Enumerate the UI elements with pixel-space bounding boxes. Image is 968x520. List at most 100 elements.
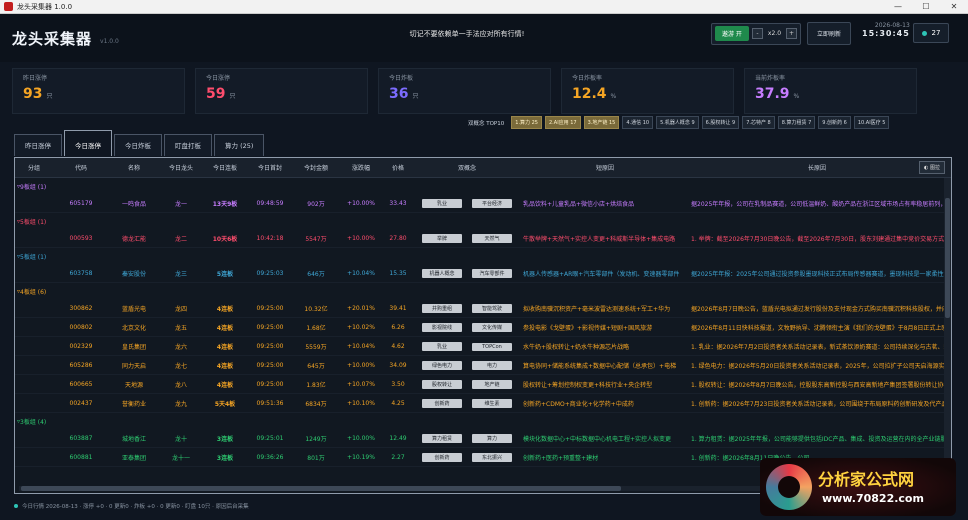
concept-badge[interactable]: 算力	[472, 433, 512, 443]
tab-today-limit-up[interactable]: 今日涨停	[64, 130, 112, 156]
table-row[interactable]: 600665 天地源 龙八 4连板 09:25:00 1.83亿 +10.07% 3.50 股权…	[15, 375, 951, 394]
table-row[interactable]: 002329 皇氏集团 龙六 4连板 09:25:00 5559万 +10.04% 4.62 乳…	[15, 337, 951, 356]
replay-toggle-button[interactable]: 遨游 开	[715, 26, 749, 41]
group-row[interactable]: ▿ 4板组 (6)	[15, 283, 951, 299]
vertical-scrollbar[interactable]	[944, 178, 951, 493]
concept-badge[interactable]: 举牌	[422, 233, 462, 243]
online-counter[interactable]: 27	[913, 23, 949, 43]
column-header[interactable]: 今日连板	[203, 163, 247, 172]
cell-leader: 龙十	[174, 435, 187, 443]
concept-badge[interactable]: TOPCon	[472, 342, 512, 351]
cell-price: 39.41	[389, 304, 407, 312]
concept-tag[interactable]: 7.芯特产 8	[742, 116, 775, 129]
concept-badge[interactable]: 影视院线	[422, 322, 462, 332]
close-button[interactable]: ✕	[940, 2, 968, 11]
concept-badge[interactable]: 智能驾驶	[472, 303, 512, 313]
concept-badge[interactable]: 地产链	[472, 379, 512, 389]
group-row[interactable]: ▿ 5板组 (1)	[15, 248, 951, 264]
concept-badge[interactable]: 平台经济	[472, 198, 512, 208]
concept-badge[interactable]: 文化传媒	[472, 322, 512, 332]
cell-short: 创新药+医药+预重整+建材	[523, 454, 599, 462]
cell-first: 09:25:01	[256, 434, 284, 442]
speed-plus-button[interactable]: +	[786, 28, 798, 39]
concept-badge[interactable]: 并购重组	[422, 303, 462, 313]
minimize-button[interactable]: —	[884, 2, 912, 11]
group-row[interactable]: ▿ 9板组 (1)	[15, 178, 951, 194]
concept-badge[interactable]: 电力	[472, 360, 512, 370]
concept-tag[interactable]: 2.AI应用 17	[545, 116, 581, 129]
cell-boards: 4连板	[216, 305, 234, 313]
concept-tag[interactable]: 9.创新药 6	[818, 116, 851, 129]
concept-badge[interactable]: 创新药	[422, 452, 462, 462]
column-header[interactable]: 名称	[109, 163, 159, 172]
table-row[interactable]: 603887 城地香江 龙十 3连板 09:25:01 1249万 +10.00% 12.49…	[15, 429, 951, 448]
cell-short: 水牛奶+股权转让+奶水牛种源芯片战略	[523, 343, 630, 351]
horizontal-scroll-thumb[interactable]	[21, 486, 621, 491]
concept-badge[interactable]: 股权转让	[422, 379, 462, 389]
concept-tag[interactable]: 8.算力租赁 7	[777, 116, 816, 129]
concept-badge[interactable]: 机器人概念	[422, 268, 462, 278]
column-header[interactable]: 价格	[383, 163, 413, 172]
stat-label: 今日炸板率	[572, 75, 603, 82]
concept-badge[interactable]: 绿色电力	[422, 360, 462, 370]
column-header[interactable]: 涨跌幅	[339, 163, 383, 172]
column-header[interactable]: 分组	[15, 163, 53, 172]
speed-minus-button[interactable]: -	[751, 28, 763, 39]
concept-tag[interactable]: 4.通信 10	[622, 116, 654, 129]
concept-tag[interactable]: 3.地产链 15	[583, 116, 620, 129]
table-row[interactable]: 000802 北京文化 龙五 4连板 09:25:00 1.68亿 +10.02% 6.26 影…	[15, 318, 951, 337]
vertical-scroll-thumb[interactable]	[945, 198, 950, 318]
column-header[interactable]: 双概念	[413, 163, 521, 172]
concept-tag[interactable]: 1.算力 25	[511, 116, 542, 129]
table-row[interactable]: 605179 一鸣食品 龙一 13天9板 09:48:59 902万 +10.00% 33.4…	[15, 194, 951, 213]
table-row[interactable]: 603758 秦安股份 龙三 5连板 09:25:03 646万 +10.04% 15.35 机…	[15, 264, 951, 283]
group-row[interactable]: ▿ 5板组 (1)	[15, 213, 951, 229]
column-header[interactable]: 今封金额	[293, 163, 339, 172]
concept-tag[interactable]: 5.机器人概念 9	[656, 116, 699, 129]
stat-value: 37.9%	[755, 86, 800, 102]
tab-today-broken[interactable]: 今日炸板	[114, 134, 162, 156]
cell-price: 12.49	[389, 434, 407, 442]
cell-amount: 1.83亿	[306, 381, 326, 389]
column-header[interactable]: 今日龙头	[159, 163, 203, 172]
concept-badge[interactable]: 乳业	[422, 341, 462, 351]
column-header[interactable]: 短原因	[521, 163, 689, 172]
cell-amount: 801万	[307, 454, 325, 462]
cell-leader: 龙十一	[171, 454, 190, 462]
tab-yesterday-limit-up[interactable]: 昨日涨停	[14, 134, 62, 156]
tab-watch[interactable]: 盯盘打板	[164, 134, 212, 156]
column-header[interactable]: 代码	[53, 163, 109, 172]
concept-badge[interactable]: 东北振兴	[472, 452, 512, 462]
cell-pct: +10.00%	[347, 434, 375, 442]
table-row[interactable]: 002437 誉衡药业 龙九 5天4板 09:51:36 6834万 +10.10% 4.25…	[15, 394, 951, 413]
cell-pct: +10.07%	[347, 380, 375, 388]
table-row[interactable]: 300862 蓝盾光电 龙四 4连板 09:25:00 10.32亿 +20.01% 39.4…	[15, 299, 951, 318]
concept-cell: 股权转让 地产链	[413, 379, 521, 389]
concept-badge[interactable]: 维生素	[472, 398, 512, 408]
concept-tag[interactable]: 10.AI医疗 5	[853, 116, 890, 129]
concept-badge[interactable]: 汽车零部件	[472, 268, 512, 278]
cell-price: 3.50	[391, 380, 405, 388]
concept-badge[interactable]: 天然气	[472, 233, 512, 243]
cell-amount: 6834万	[305, 400, 327, 408]
column-header[interactable]: 今日首封	[247, 163, 293, 172]
concept-badge[interactable]: 乳业	[422, 198, 462, 208]
concept-badge[interactable]: 创新药	[422, 398, 462, 408]
chart-toggle-button[interactable]: ◐ 图拉	[919, 161, 945, 174]
banner-text: 切记不要依赖单一手法应对所有行情!	[409, 30, 525, 38]
tab-compute-power[interactable]: 算力 (25)	[214, 134, 265, 156]
table-body: ▿ 9板组 (1) 605179 一鸣食品 龙一 13天9板 09:48:59 902万 +10…	[15, 178, 951, 467]
concept-badge[interactable]: 算力租赁	[422, 433, 462, 443]
cell-first: 09:25:00	[256, 342, 284, 350]
column-header[interactable]: 长原因	[689, 163, 945, 172]
cell-amount: 10.32亿	[304, 305, 328, 313]
concept-tag[interactable]: 6.股权转让 9	[701, 116, 740, 129]
group-row[interactable]: ▿ 3板组 (4)	[15, 413, 951, 429]
cell-code: 000593	[69, 234, 93, 242]
maximize-button[interactable]: ☐	[912, 2, 940, 11]
cell-leader: 龙五	[174, 324, 187, 332]
table-row[interactable]: 605286 同力天启 龙七 4连板 09:25:00 645万 +10.00% 34.09 绿…	[15, 356, 951, 375]
refresh-button[interactable]: 立即刷新	[807, 22, 852, 45]
table-row[interactable]: 000593 德龙汇能 龙二 10天6板 10:42:18 5547万 +10.00% 27.…	[15, 229, 951, 248]
stat-card: 昨日涨停 93 只	[12, 68, 185, 114]
